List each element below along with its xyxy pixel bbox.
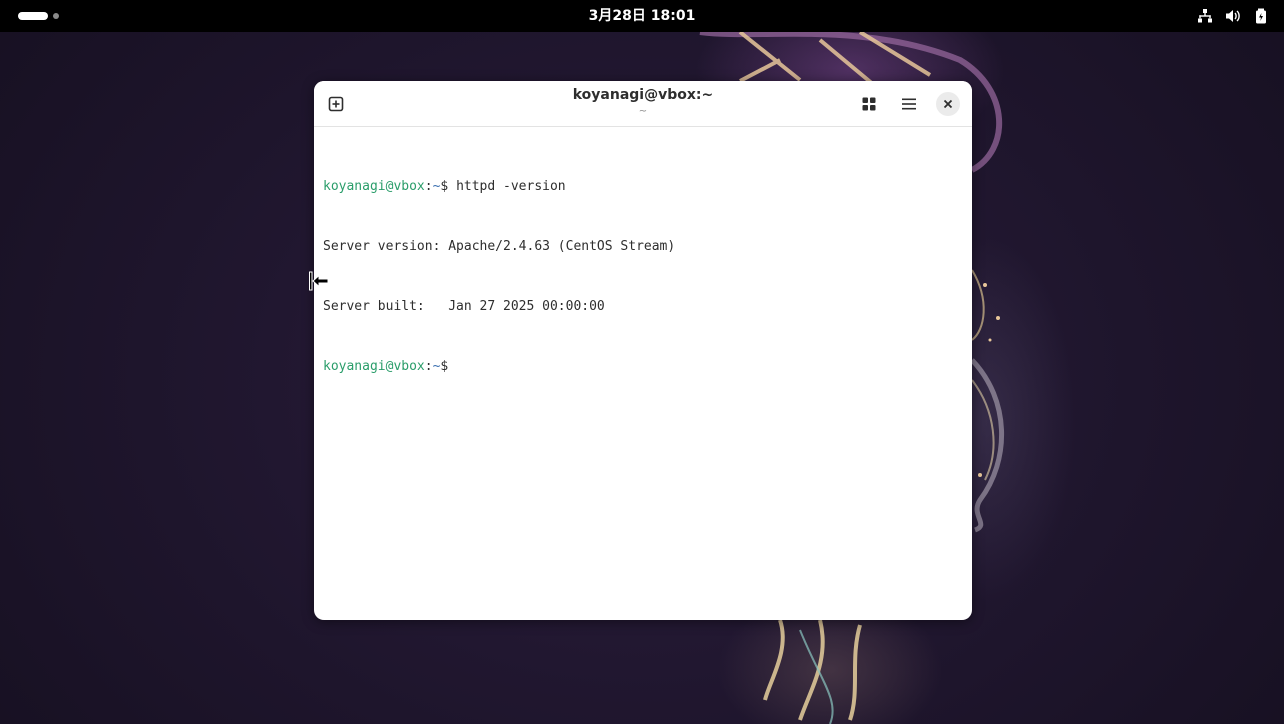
- terminal-headerbar[interactable]: koyanagi@vbox:~ ~: [314, 81, 972, 127]
- prompt-separator: :: [424, 359, 433, 374]
- terminal-line: koyanagi@vbox:~$: [323, 357, 972, 377]
- tab-overview-button[interactable]: [855, 90, 883, 118]
- close-button[interactable]: [936, 92, 960, 116]
- grid-icon: [862, 97, 876, 111]
- prompt-user: koyanagi@vbox: [323, 179, 425, 194]
- mouse-cursor-icon: [309, 271, 329, 291]
- prompt-user: koyanagi@vbox: [323, 359, 425, 374]
- clock-area: 3月28日 18:01: [0, 0, 1284, 32]
- output-text: Server version: Apache/2.4.63 (CentOS St…: [323, 239, 676, 254]
- system-tray[interactable]: [1196, 7, 1270, 25]
- terminal-line: Server built: Jan 27 2025 00:00:00: [323, 297, 972, 317]
- command-text: httpd -version: [456, 179, 566, 194]
- close-icon: [943, 99, 953, 109]
- battery-icon: [1252, 7, 1270, 25]
- clock-button[interactable]: 3月28日 18:01: [589, 8, 696, 24]
- main-menu-button[interactable]: [895, 90, 923, 118]
- prompt-symbol: $: [440, 179, 457, 194]
- output-text: Server built: Jan 27 2025 00:00:00: [323, 299, 605, 314]
- terminal-line: Server version: Apache/2.4.63 (CentOS St…: [323, 237, 972, 257]
- network-wired-icon: [1196, 7, 1214, 25]
- terminal-output[interactable]: koyanagi@vbox:~$ httpd -version Server v…: [314, 128, 972, 620]
- prompt-symbol: $: [440, 359, 449, 374]
- volume-icon: [1224, 7, 1242, 25]
- prompt-separator: :: [424, 179, 433, 194]
- activities-button[interactable]: [18, 10, 68, 22]
- workspace-indicator-active: [18, 12, 48, 20]
- top-bar: 3月28日 18:01: [0, 0, 1284, 32]
- terminal-window[interactable]: koyanagi@vbox:~ ~ koyanagi@vbox:~$ httpd: [314, 81, 972, 620]
- workspace-indicator: [53, 13, 59, 19]
- terminal-line: koyanagi@vbox:~$ httpd -version: [323, 177, 972, 197]
- hamburger-menu-icon: [902, 98, 916, 110]
